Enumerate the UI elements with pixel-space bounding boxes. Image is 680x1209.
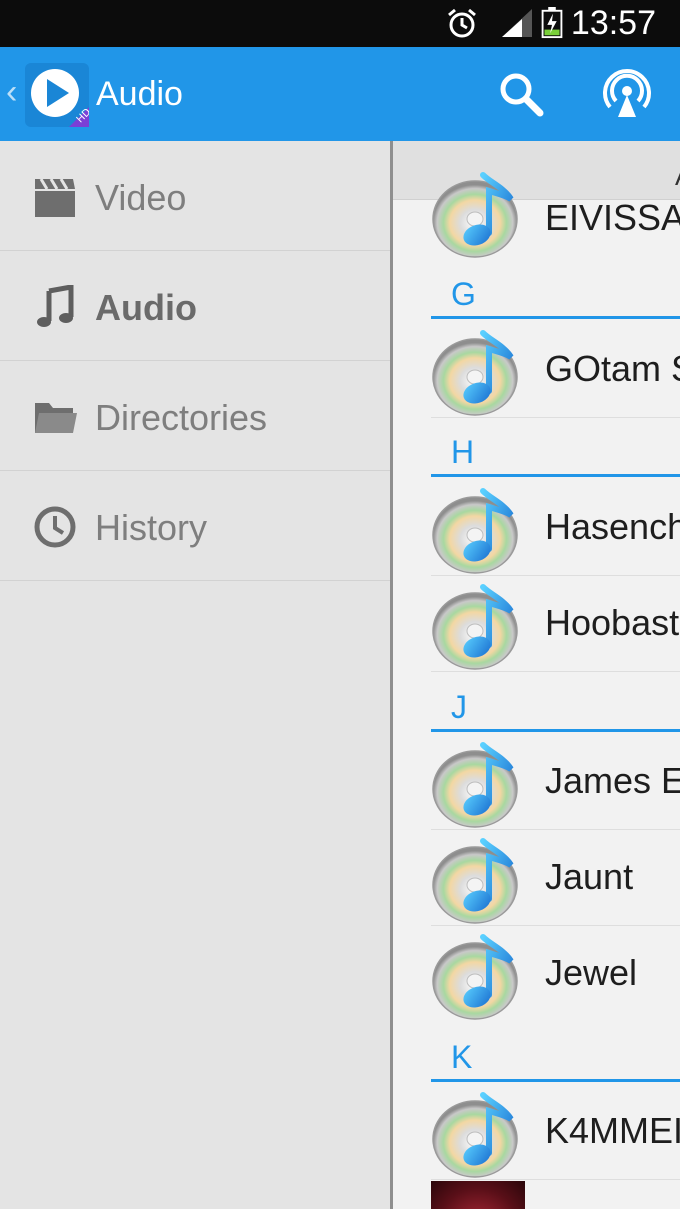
list-item-title: Hasench: [545, 506, 680, 547]
list-item-title: Jaunt: [545, 856, 634, 897]
music-file-icon: [431, 931, 527, 1021]
drawer-item-label: Audio: [95, 287, 197, 328]
drawer-item-label: History: [95, 507, 208, 548]
list-item[interactable]: Jaunt: [431, 829, 680, 926]
audio-list-panel: A EIVISSA G GOtam S H Hasench Hoobast J …: [393, 141, 680, 1209]
music-note-icon: [37, 285, 74, 327]
video-icon: [35, 178, 75, 217]
battery-charging-icon: [541, 7, 563, 39]
signal-icon: [502, 9, 532, 37]
section-header: K: [431, 1039, 680, 1082]
list-item[interactable]: Jewel: [431, 925, 680, 1021]
music-file-icon: [431, 327, 527, 417]
list-item-title: Hoobast: [545, 602, 680, 643]
list-item-title: James E: [545, 760, 680, 801]
back-chevron-icon[interactable]: ‹: [6, 73, 17, 112]
app-bar: ‹ HD Audio: [0, 47, 680, 141]
drawer-item-label: Directories: [95, 397, 268, 438]
cast-icon[interactable]: [600, 67, 654, 121]
drawer-item-label: Video: [95, 177, 187, 218]
drawer-item-history[interactable]: History: [0, 471, 390, 581]
page-title: Audio: [96, 75, 183, 113]
section-header: J: [431, 689, 680, 732]
list-item-title: Jewel: [545, 952, 638, 993]
clock-time: 13:57: [570, 4, 656, 42]
list-item-title: K4MMEI: [545, 1110, 680, 1151]
list-item[interactable]: EIVISSA: [431, 169, 680, 251]
navigation-drawer: Video Audio Directories History: [0, 141, 393, 1209]
list-item[interactable]: K4MMEI: [431, 1083, 680, 1180]
alarm-icon: [448, 8, 476, 38]
music-file-icon: [431, 835, 527, 925]
list-item-title: EIVISSA: [545, 197, 680, 238]
music-file-icon: [431, 581, 527, 671]
search-icon[interactable]: [494, 67, 548, 121]
album-thumbnail[interactable]: [431, 1181, 525, 1209]
section-header: G: [431, 276, 680, 319]
section-letter: J: [451, 689, 467, 725]
drawer-item-audio[interactable]: Audio: [0, 251, 390, 361]
list-item[interactable]: GOtam S: [431, 321, 680, 418]
drawer-item-video[interactable]: Video: [0, 141, 390, 251]
music-file-icon: [431, 485, 527, 575]
drawer-item-directories[interactable]: Directories: [0, 361, 390, 471]
music-file-icon: [431, 1089, 527, 1179]
clock-icon: [34, 506, 76, 548]
list-item[interactable]: James E: [431, 733, 680, 830]
section-header: H: [431, 434, 680, 477]
section-letter: G: [451, 276, 476, 312]
folder-icon: [35, 403, 77, 433]
app-logo-icon[interactable]: HD: [25, 63, 89, 127]
list-item[interactable]: Hasench: [431, 479, 680, 576]
status-bar: 13:57: [0, 0, 680, 47]
music-file-icon: [431, 169, 527, 259]
music-file-icon: [431, 739, 527, 829]
list-item-title: GOtam S: [545, 348, 680, 389]
section-letter: H: [451, 434, 475, 470]
section-letter: K: [451, 1039, 473, 1075]
list-item[interactable]: Hoobast: [431, 575, 680, 672]
